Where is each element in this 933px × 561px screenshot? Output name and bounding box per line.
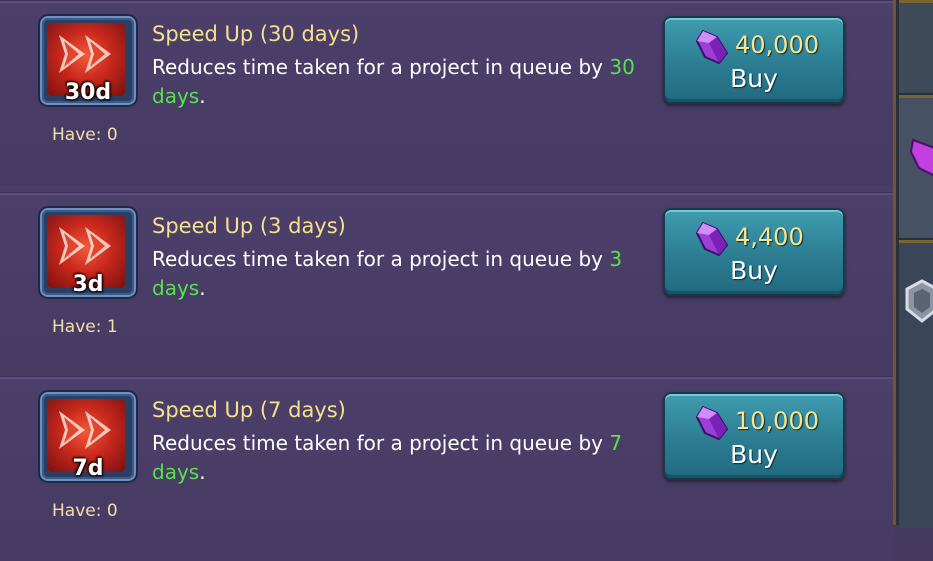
item-description: Reduces time taken for a project in queu… xyxy=(152,55,635,108)
shop-item-row: 30d Have: 0 Speed Up (30 days) Reduces t… xyxy=(0,0,893,185)
shop-item-row: 7d Have: 0 Speed Up (7 days) Reduces tim… xyxy=(0,376,893,561)
item-title: Speed Up (30 days) xyxy=(152,22,360,46)
price-label: 40,000 xyxy=(735,31,819,59)
item-duration-label: 3d xyxy=(72,272,104,297)
item-description: Reduces time taken for a project in queu… xyxy=(152,431,623,484)
speed-up-item-icon[interactable]: 7d xyxy=(40,392,136,481)
side-tab[interactable] xyxy=(899,95,933,238)
gem-icon xyxy=(695,221,729,257)
side-tab-bar xyxy=(893,0,933,528)
gem-icon xyxy=(909,138,933,177)
price-label: 10,000 xyxy=(735,407,819,435)
fast-forward-icon xyxy=(59,227,111,265)
owned-count: Have: 1 xyxy=(52,317,118,337)
buy-button[interactable]: 10,000 Buy xyxy=(663,392,845,480)
speed-up-item-icon[interactable]: 30d xyxy=(40,16,136,105)
fast-forward-icon xyxy=(59,411,111,449)
shop-item-row: 3d Have: 1 Speed Up (3 days) Reduces tim… xyxy=(0,192,893,377)
shield-icon xyxy=(905,279,933,323)
item-duration-label: 30d xyxy=(64,80,112,105)
item-duration-label: 7d xyxy=(72,456,104,481)
side-tab[interactable] xyxy=(899,0,933,93)
price-label: 4,400 xyxy=(735,223,804,251)
owned-count: Have: 0 xyxy=(52,125,118,145)
shop-item-list: 3d Have: 1 Speed Up (3 days) Reduces tim… xyxy=(0,0,893,561)
gem-icon xyxy=(695,405,729,441)
fast-forward-icon xyxy=(59,35,111,73)
speed-up-item-icon[interactable]: 3d xyxy=(40,208,136,297)
owned-count: Have: 0 xyxy=(52,501,118,521)
buy-label: Buy xyxy=(730,64,778,93)
item-title: Speed Up (7 days) xyxy=(152,398,346,422)
side-tab[interactable] xyxy=(899,240,933,528)
buy-label: Buy xyxy=(730,256,778,285)
gem-icon xyxy=(695,29,729,65)
item-title: Speed Up (3 days) xyxy=(152,214,346,238)
item-description: Reduces time taken for a project in queu… xyxy=(152,247,623,300)
buy-label: Buy xyxy=(730,440,778,469)
buy-button[interactable]: 40,000 Buy xyxy=(663,16,845,104)
buy-button[interactable]: 4,400 Buy xyxy=(663,208,845,296)
